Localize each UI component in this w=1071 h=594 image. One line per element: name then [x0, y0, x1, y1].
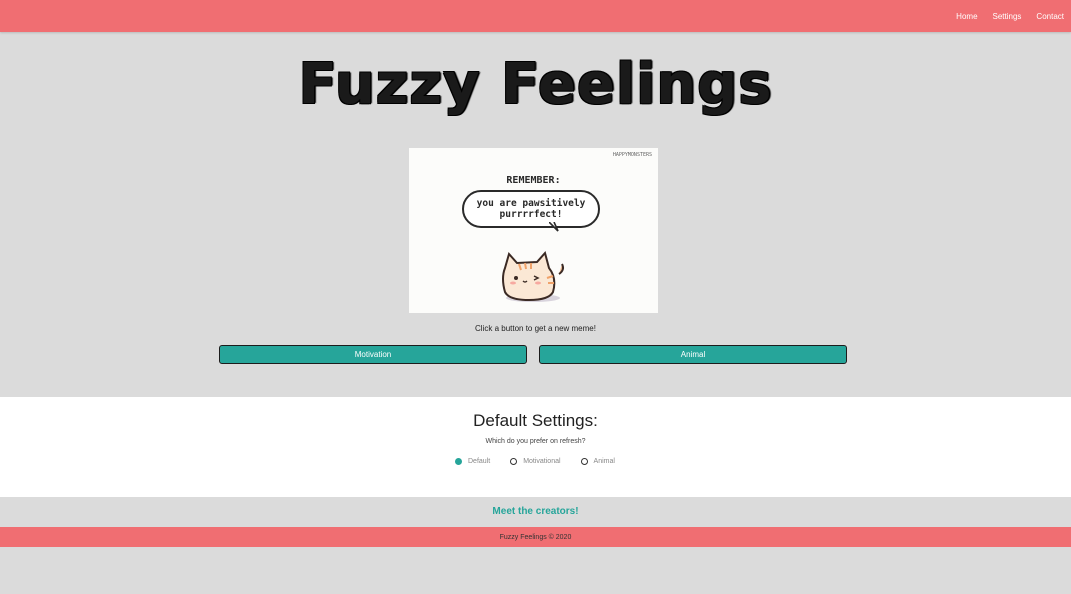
- meme-image: HAPPYMONSTERS REMEMBER: you are pawsitiv…: [409, 148, 658, 313]
- radio-motivational[interactable]: Motivational: [510, 458, 561, 465]
- default-preference-radio-group: Default Motivational Animal: [455, 458, 635, 465]
- nav-settings-link[interactable]: Settings: [993, 12, 1022, 21]
- bubble-line-2: purrrrfect!: [499, 209, 563, 220]
- animal-button[interactable]: Animal: [539, 345, 847, 364]
- settings-title: Default Settings:: [473, 411, 598, 430]
- site-title: Fuzzy Feelings: [298, 52, 773, 117]
- radio-animal[interactable]: Animal: [580, 458, 615, 465]
- meme-credit: HAPPYMONSTERS: [612, 152, 652, 158]
- radio-animal-button[interactable]: [580, 458, 588, 465]
- nav-contact-link[interactable]: Contact: [1036, 12, 1064, 21]
- top-navbar: Home Settings Contact: [0, 0, 1071, 32]
- motivation-button[interactable]: Motivation: [219, 345, 527, 364]
- radio-default-label: Default: [468, 458, 491, 465]
- nav-home-link[interactable]: Home: [956, 12, 977, 21]
- meme-caption: Click a button to get a new meme!: [475, 324, 596, 333]
- settings-section: Default Settings: Which do you prefer on…: [0, 397, 1071, 497]
- meme-heading: REMEMBER:: [506, 175, 561, 186]
- radio-default-button[interactable]: [455, 458, 462, 465]
- speech-bubble-tail: [549, 222, 559, 232]
- speech-bubble: you are pawsitively purrrrfect!: [462, 190, 600, 228]
- radio-motivational-button[interactable]: [510, 458, 518, 465]
- radio-motivational-label: Motivational: [523, 458, 561, 465]
- radio-default[interactable]: Default: [455, 458, 490, 465]
- bubble-line-1: you are pawsitively: [476, 198, 586, 209]
- settings-subtitle: Which do you prefer on refresh?: [485, 438, 586, 445]
- radio-animal-label: Animal: [593, 458, 615, 465]
- footer-copyright: Fuzzy Feelings © 2020: [499, 533, 572, 541]
- nav-links: Home Settings Contact: [956, 0, 1064, 32]
- cat-illustration: [502, 250, 564, 302]
- meet-creators-link[interactable]: Meet the creators!: [0, 506, 1071, 517]
- footer: Fuzzy Feelings © 2020: [0, 527, 1071, 547]
